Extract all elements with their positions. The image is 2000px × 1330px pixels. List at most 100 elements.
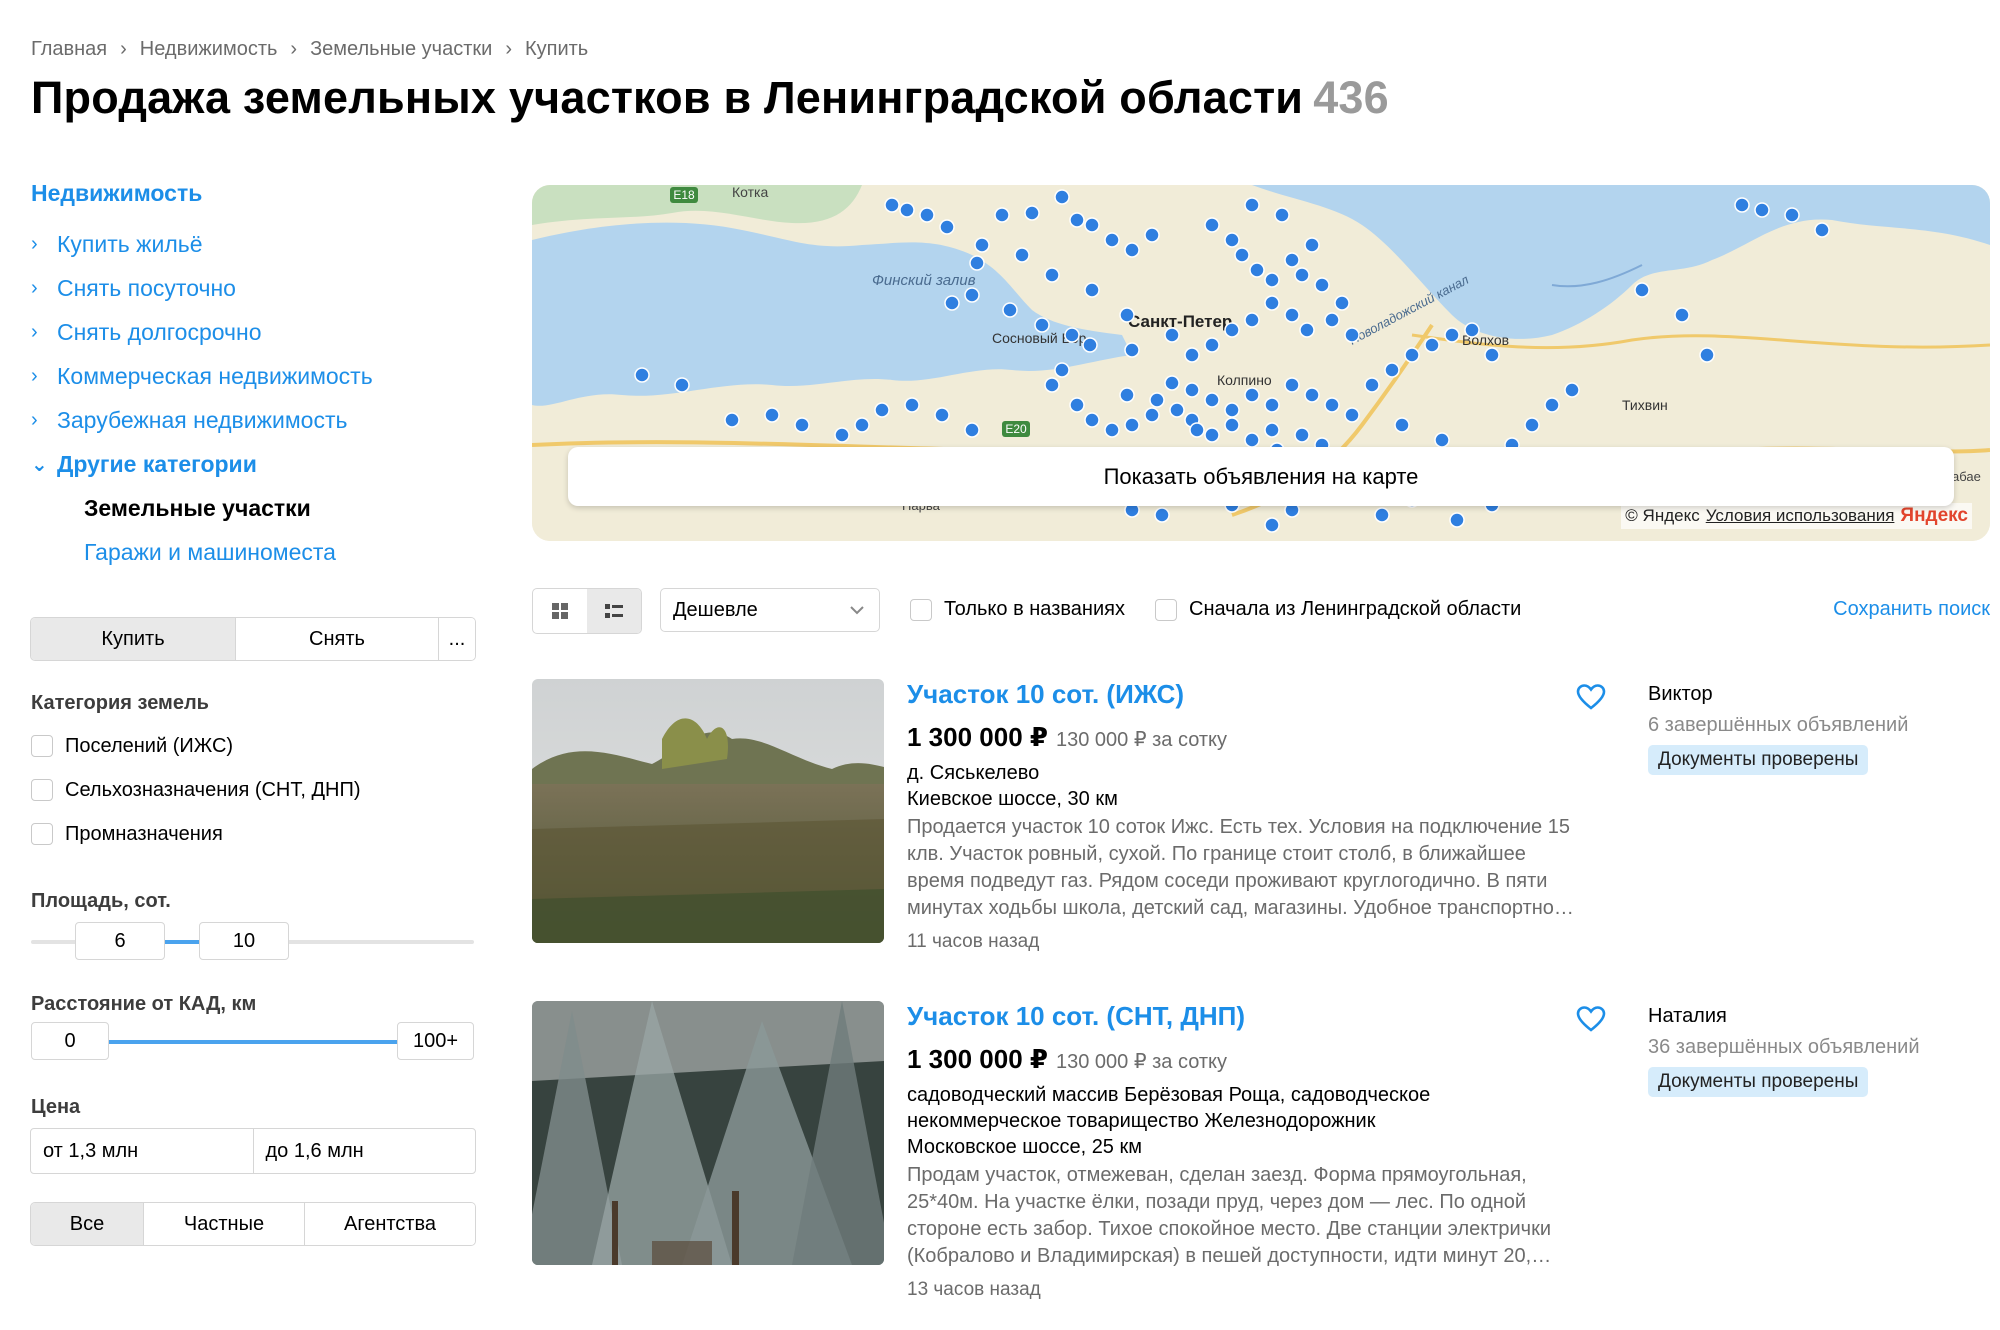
map-marker[interactable] [834, 427, 850, 443]
map-marker[interactable] [1274, 207, 1290, 223]
map-marker[interactable] [1344, 327, 1360, 343]
map-marker[interactable] [764, 407, 780, 423]
map-marker[interactable] [1144, 407, 1160, 423]
price-from-input[interactable]: от 1,3 млн [31, 1129, 254, 1173]
map-marker[interactable] [1119, 307, 1135, 323]
map-marker[interactable] [1234, 247, 1250, 263]
map-marker[interactable] [1324, 397, 1340, 413]
map-marker[interactable] [1304, 237, 1320, 253]
map-marker[interactable] [964, 422, 980, 438]
nav-heading-realty[interactable]: Недвижимость [31, 178, 471, 222]
map-marker[interactable] [1674, 307, 1690, 323]
map-marker[interactable] [1119, 387, 1135, 403]
map-marker[interactable] [1002, 302, 1018, 318]
listing-photo[interactable] [532, 1001, 884, 1265]
map-marker[interactable] [1184, 347, 1200, 363]
list-view-button[interactable] [587, 589, 641, 633]
distance-from-input[interactable]: 0 [31, 1022, 109, 1060]
listing-title[interactable]: Участок 10 сот. (ИЖС) [907, 679, 1184, 710]
map-marker[interactable] [1634, 282, 1650, 298]
listing-photo[interactable] [532, 679, 884, 943]
map-marker[interactable] [1224, 402, 1240, 418]
deal-rent-button[interactable]: Снять [236, 618, 439, 660]
map-marker[interactable] [1264, 517, 1280, 533]
map-marker[interactable] [974, 237, 990, 253]
map-marker[interactable] [1699, 347, 1715, 363]
price-to-input[interactable]: до 1,6 млн [254, 1129, 476, 1173]
seller-name[interactable]: Наталия [1648, 1005, 1920, 1028]
map-marker[interactable] [1434, 432, 1450, 448]
map-marker[interactable] [1304, 387, 1320, 403]
map-marker[interactable] [874, 402, 890, 418]
area-from-input[interactable]: 6 [75, 922, 165, 960]
map-marker[interactable] [1204, 217, 1220, 233]
checkbox[interactable] [31, 735, 53, 757]
nav-item-foreign[interactable]: › Зарубежная недвижимость [31, 398, 471, 442]
map-marker[interactable] [1564, 382, 1580, 398]
map-marker[interactable] [1264, 295, 1280, 311]
map-marker[interactable] [1264, 422, 1280, 438]
map-marker[interactable] [964, 287, 980, 303]
map-marker[interactable] [1384, 362, 1400, 378]
seller-name[interactable]: Виктор [1648, 683, 1908, 706]
land-category-industrial[interactable]: Промназначения [31, 812, 361, 856]
distance-slider-fill[interactable] [108, 1040, 398, 1044]
distance-to-input[interactable]: 100+ [397, 1022, 474, 1060]
map-marker[interactable] [854, 417, 870, 433]
map-marker[interactable] [939, 219, 955, 235]
heart-icon[interactable] [1576, 1005, 1606, 1033]
map-marker[interactable] [1144, 227, 1160, 243]
area-to-input[interactable]: 10 [199, 922, 289, 960]
map-marker[interactable] [1344, 407, 1360, 423]
land-category-izhs[interactable]: Поселений (ИЖС) [31, 724, 361, 768]
map-marker[interactable] [1124, 242, 1140, 258]
map-marker[interactable] [1364, 377, 1380, 393]
map-marker[interactable] [1169, 402, 1185, 418]
map-marker[interactable] [1224, 417, 1240, 433]
map-marker[interactable] [1204, 337, 1220, 353]
nav-item-other-categories[interactable]: ⌄ Другие категории [31, 442, 471, 486]
map-marker[interactable] [1054, 362, 1070, 378]
map-marker[interactable] [1524, 417, 1540, 433]
map-marker[interactable] [1814, 222, 1830, 238]
map-marker[interactable] [944, 295, 960, 311]
map-marker[interactable] [1164, 327, 1180, 343]
map-marker[interactable] [899, 202, 915, 218]
map-marker[interactable] [1284, 252, 1300, 268]
grid-view-button[interactable] [533, 589, 587, 633]
checkbox[interactable] [1155, 598, 1177, 621]
map-marker[interactable] [1124, 342, 1140, 358]
nav-item-commercial[interactable]: › Коммерческая недвижимость [31, 354, 471, 398]
map-marker[interactable] [1404, 347, 1420, 363]
map-marker[interactable] [1784, 207, 1800, 223]
map-marker[interactable] [1464, 322, 1480, 338]
only-titles-toggle[interactable]: Только в названиях [910, 598, 1125, 621]
map-marker[interactable] [1544, 397, 1560, 413]
map-marker[interactable] [1249, 262, 1265, 278]
map-marker[interactable] [919, 207, 935, 223]
map-marker[interactable] [1484, 347, 1500, 363]
map-marker[interactable] [674, 377, 690, 393]
map-marker[interactable] [1189, 422, 1205, 438]
map-marker[interactable] [1394, 417, 1410, 433]
breadcrumb-land[interactable]: Земельные участки [310, 38, 492, 61]
map-marker[interactable] [1284, 377, 1300, 393]
map-marker[interactable] [1224, 232, 1240, 248]
map-marker[interactable] [1324, 312, 1340, 328]
checkbox[interactable] [31, 823, 53, 845]
map-marker[interactable] [1082, 337, 1098, 353]
nav-item-daily-rent[interactable]: › Снять посуточно [31, 266, 471, 310]
map-marker[interactable] [1244, 387, 1260, 403]
listing-title[interactable]: Участок 10 сот. (СНТ, ДНП) [907, 1001, 1245, 1032]
map-marker[interactable] [1294, 427, 1310, 443]
first-region-toggle[interactable]: Сначала из Ленинградской области [1155, 598, 1521, 621]
seller-private-button[interactable]: Частные [144, 1203, 305, 1245]
breadcrumb-realty[interactable]: Недвижимость [140, 38, 278, 61]
map-marker[interactable] [1069, 397, 1085, 413]
map-marker[interactable] [1069, 212, 1085, 228]
map-marker[interactable] [1034, 317, 1050, 333]
map-marker[interactable] [634, 367, 650, 383]
map-marker[interactable] [1084, 412, 1100, 428]
heart-icon[interactable] [1576, 683, 1606, 711]
nav-item-long-rent[interactable]: › Снять долгосрочно [31, 310, 471, 354]
